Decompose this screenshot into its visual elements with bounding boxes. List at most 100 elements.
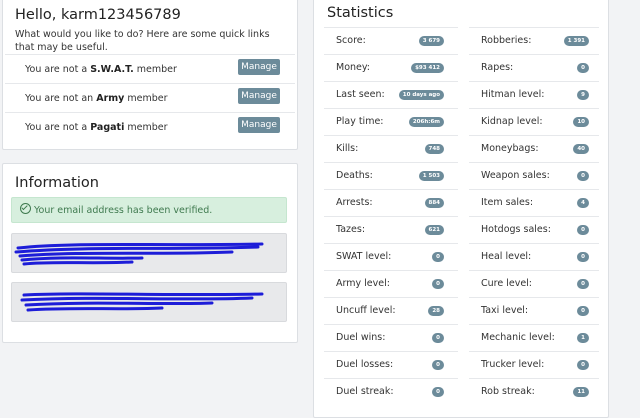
stat-label: Rob streak: xyxy=(481,386,535,397)
stat-value-badge: 1 xyxy=(577,333,589,343)
stat-label: Score: xyxy=(336,35,366,46)
stat-row: Duel streak: 0 xyxy=(324,378,458,406)
welcome-panel: Hello, karm123456789 What would you like… xyxy=(2,0,298,150)
stat-value-badge: 3 679 xyxy=(418,36,444,46)
stat-value-badge: 0 xyxy=(577,279,589,289)
statistics-panel: Statistics Score: 3 679 Money: $93 412 Last … xyxy=(313,0,609,418)
stat-value-badge: 748 xyxy=(424,144,444,154)
stat-row: Heal level: 0 xyxy=(469,243,599,271)
membership-text: You are not a S.W.A.T. member xyxy=(25,64,177,75)
membership-row-swat: You are not a S.W.A.T. member Manage xyxy=(5,54,295,83)
stat-label: Hitman level: xyxy=(481,89,545,100)
stat-row: Last seen: 10 days ago xyxy=(324,81,458,109)
membership-text: You are not a Pagati member xyxy=(25,122,168,133)
stat-value-badge: 621 xyxy=(424,225,444,235)
stat-value-badge: 1 503 xyxy=(418,171,444,181)
stat-row: Duel wins: 0 xyxy=(324,324,458,352)
stat-row: Play time: 206h:6m xyxy=(324,108,458,136)
stat-value-badge: 0 xyxy=(577,63,589,73)
stat-row: Robberies: 1 391 xyxy=(469,27,599,55)
stat-label: Mechanic level: xyxy=(481,332,555,343)
stat-label: Arrests: xyxy=(336,197,373,208)
stat-label: Last seen: xyxy=(336,89,385,100)
stat-label: Deaths: xyxy=(336,170,373,181)
quick-links-subtitle: What would you like to do? Here are some… xyxy=(15,29,270,53)
stat-value-badge: 0 xyxy=(432,333,444,343)
stat-value-badge: 0 xyxy=(432,360,444,370)
scribble-redaction xyxy=(20,292,264,312)
stat-label: Tazes: xyxy=(336,224,366,235)
check-circle-icon xyxy=(20,203,31,214)
stat-value-badge: 1 391 xyxy=(563,36,589,46)
stat-label: Play time: xyxy=(336,116,384,127)
stat-label: Taxi level: xyxy=(481,305,529,316)
stat-value-badge: 0 xyxy=(577,360,589,370)
stat-row: Taxi level: 0 xyxy=(469,297,599,325)
stat-value-badge: 40 xyxy=(573,144,589,154)
stat-row: Weapon sales: 0 xyxy=(469,162,599,190)
stat-row: Rob streak: 11 xyxy=(469,378,599,406)
stat-label: SWAT level: xyxy=(336,251,392,262)
statistics-heading: Statistics xyxy=(327,5,394,21)
stat-row: Mechanic level: 1 xyxy=(469,324,599,352)
stat-value-badge: 0 xyxy=(432,387,444,397)
information-heading: Information xyxy=(15,175,99,191)
stat-value-badge: 0 xyxy=(577,252,589,262)
stat-row: Uncuff level: 28 xyxy=(324,297,458,325)
stat-value-badge: 10 days ago xyxy=(398,90,444,100)
stat-row: SWAT level: 0 xyxy=(324,243,458,271)
stat-label: Trucker level: xyxy=(481,359,545,370)
stat-row: Rapes: 0 xyxy=(469,54,599,82)
stat-label: Duel wins: xyxy=(336,332,386,343)
stat-label: Hotdogs sales: xyxy=(481,224,551,235)
stat-value-badge: 0 xyxy=(432,279,444,289)
stat-value-badge: 0 xyxy=(432,252,444,262)
stat-row: Tazes: 621 xyxy=(324,216,458,244)
stat-row: Trucker level: 0 xyxy=(469,351,599,379)
information-panel: Information Your email address has been … xyxy=(2,163,298,343)
stat-row: Hitman level: 9 xyxy=(469,81,599,109)
verified-message: Your email address has been verified. xyxy=(34,205,213,216)
stat-row: Duel losses: 0 xyxy=(324,351,458,379)
stat-value-badge: 28 xyxy=(428,306,444,316)
stat-label: Money: xyxy=(336,62,371,73)
membership-row-pagati: You are not a Pagati member Manage xyxy=(5,112,295,141)
stat-label: Army level: xyxy=(336,278,390,289)
stat-row: Moneybags: 40 xyxy=(469,135,599,163)
stat-label: Cure level: xyxy=(481,278,533,289)
stat-value-badge: 10 xyxy=(573,117,589,127)
stat-label: Item sales: xyxy=(481,197,534,208)
stat-value-badge: 206h:6m xyxy=(408,117,444,127)
redacted-info-box-2 xyxy=(11,282,287,322)
redacted-info-box-1 xyxy=(11,233,287,273)
stat-label: Moneybags: xyxy=(481,143,539,154)
stat-row: Item sales: 4 xyxy=(469,189,599,217)
scribble-redaction xyxy=(14,242,264,266)
stat-label: Kills: xyxy=(336,143,359,154)
stat-label: Weapon sales: xyxy=(481,170,550,181)
stat-value-badge: 4 xyxy=(577,198,589,208)
stat-value-badge: $93 412 xyxy=(411,63,444,73)
stat-label: Uncuff level: xyxy=(336,305,396,316)
stat-label: Rapes: xyxy=(481,62,514,73)
stat-value-badge: 0 xyxy=(577,171,589,181)
membership-text: You are not an Army member xyxy=(25,93,168,104)
stat-value-badge: 0 xyxy=(577,225,589,235)
stat-label: Heal level: xyxy=(481,251,532,262)
stat-label: Kidnap level: xyxy=(481,116,543,127)
stat-value-badge: 884 xyxy=(424,198,444,208)
stat-row: Cure level: 0 xyxy=(469,270,599,298)
manage-army-button[interactable]: Manage xyxy=(238,88,280,104)
stat-row: Army level: 0 xyxy=(324,270,458,298)
stat-label: Robberies: xyxy=(481,35,532,46)
stat-label: Duel losses: xyxy=(336,359,394,370)
manage-swat-button[interactable]: Manage xyxy=(238,59,280,75)
stat-value-badge: 9 xyxy=(577,90,589,100)
stat-row: Kidnap level: 10 xyxy=(469,108,599,136)
stat-label: Duel streak: xyxy=(336,386,394,397)
manage-pagati-button[interactable]: Manage xyxy=(238,117,280,133)
email-verified-alert: Your email address has been verified. xyxy=(11,197,287,223)
stat-row: Kills: 748 xyxy=(324,135,458,163)
stat-value-badge: 0 xyxy=(577,306,589,316)
stat-row: Score: 3 679 xyxy=(324,27,458,55)
